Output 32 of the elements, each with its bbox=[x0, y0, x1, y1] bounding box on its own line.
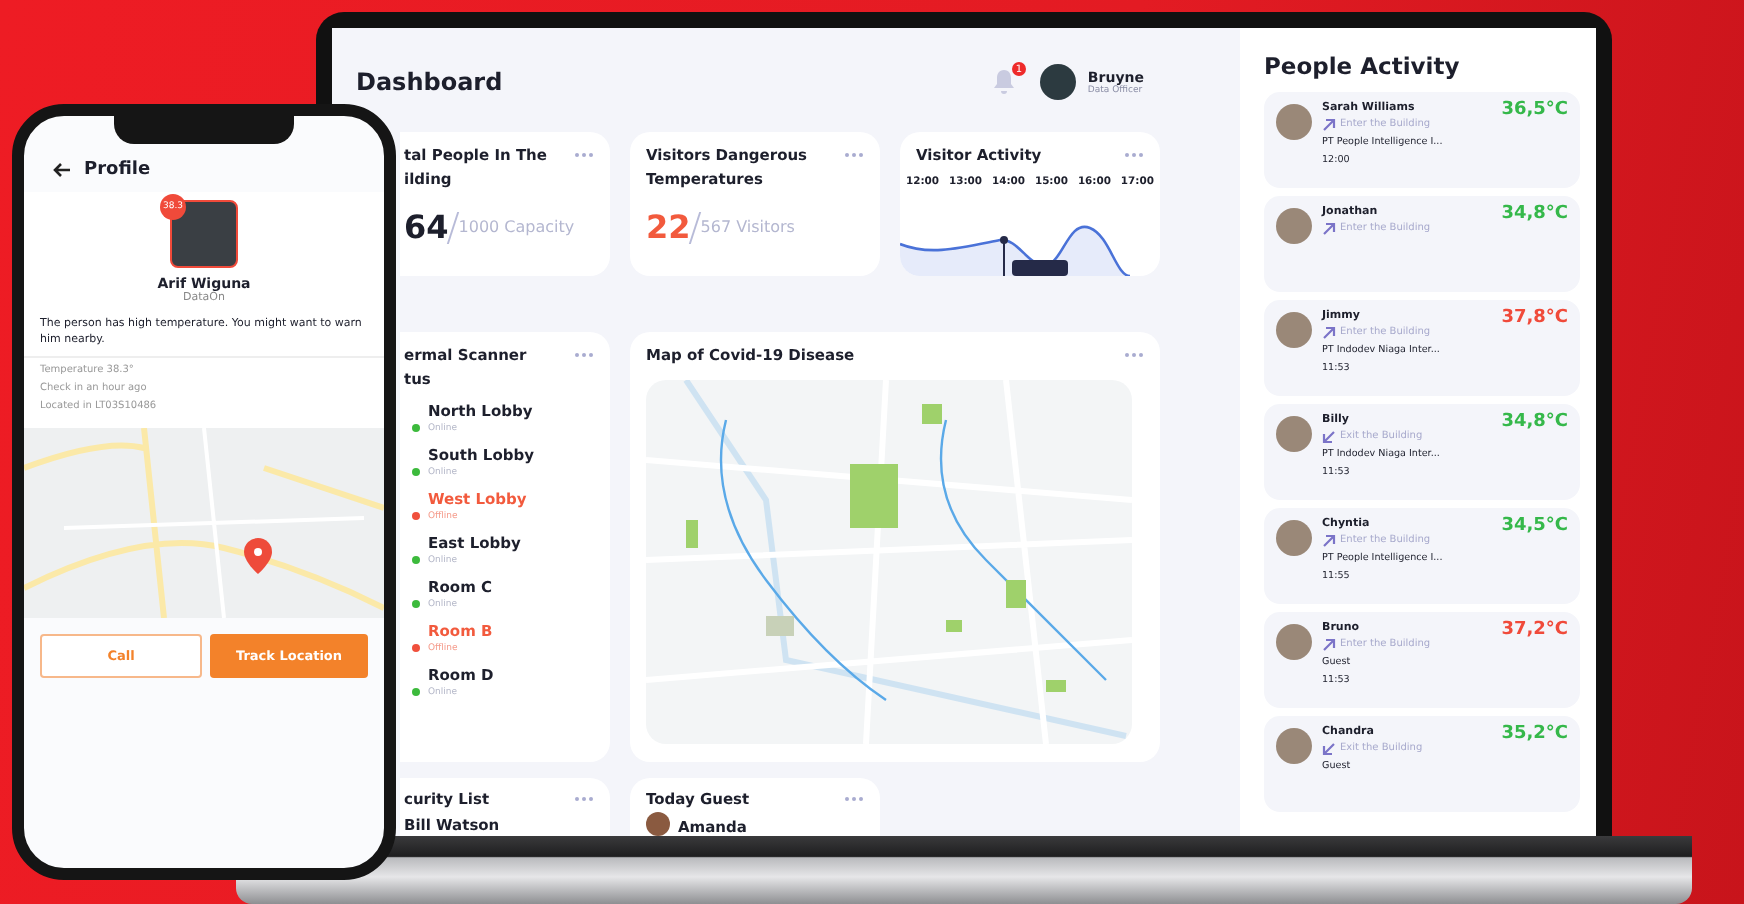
temperature-reading: 34,8°C bbox=[1501, 204, 1568, 224]
avatar bbox=[1276, 312, 1312, 348]
more-icon[interactable] bbox=[1124, 152, 1144, 158]
more-icon[interactable] bbox=[1124, 352, 1144, 358]
temperature-reading: 34,5°C bbox=[1501, 516, 1568, 536]
temperature-reading: 36,5°C bbox=[1501, 100, 1568, 120]
user-avatar bbox=[1039, 64, 1076, 100]
temperature-reading: 34,8°C bbox=[1501, 412, 1568, 432]
stat-value: 22 bbox=[646, 208, 691, 246]
stat-value: 64 bbox=[404, 208, 449, 246]
avatar bbox=[1276, 728, 1312, 764]
avatar bbox=[1276, 104, 1312, 140]
avatar bbox=[1276, 520, 1312, 556]
temperature-reading: 37,8°C bbox=[1501, 308, 1568, 328]
temperature-reading: 35,2°C bbox=[1501, 724, 1568, 744]
panel-title: People Activity bbox=[1264, 52, 1462, 80]
temperature-reading: 37,2°C bbox=[1501, 620, 1568, 640]
avatar bbox=[1276, 208, 1312, 244]
avatar bbox=[1276, 416, 1312, 452]
stat-total: 567 Visitors bbox=[700, 218, 795, 236]
more-icon[interactable] bbox=[574, 796, 594, 802]
back-arrow-icon[interactable] bbox=[52, 162, 72, 178]
screen-title: Profile bbox=[84, 160, 151, 180]
stat-total: 1000 Capacity bbox=[458, 218, 575, 236]
bell-icon[interactable] bbox=[991, 68, 1016, 96]
page-title: Dashboard bbox=[356, 68, 503, 96]
avatar bbox=[646, 812, 670, 836]
more-icon[interactable] bbox=[574, 152, 594, 158]
more-icon[interactable] bbox=[844, 796, 864, 802]
more-icon[interactable] bbox=[844, 152, 864, 158]
avatar bbox=[1276, 624, 1312, 660]
more-icon[interactable] bbox=[574, 352, 594, 358]
